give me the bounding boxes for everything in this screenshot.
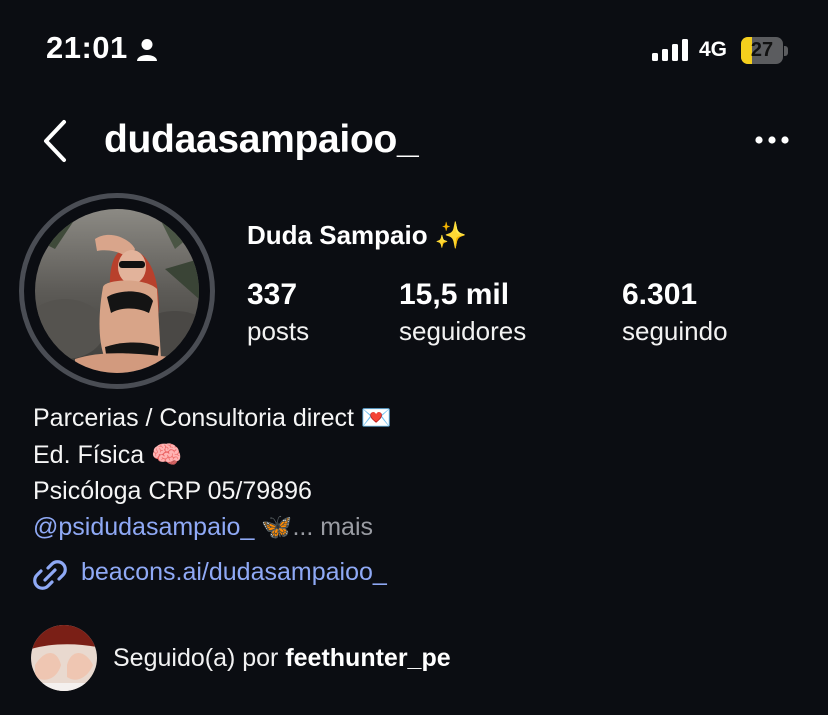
more-options-icon[interactable] xyxy=(750,126,796,154)
stat-following-value: 6.301 xyxy=(622,278,698,311)
bio-more-button[interactable]: ... mais xyxy=(292,513,373,541)
bio-line-3: Psicóloga CRP 05/79896 xyxy=(33,477,312,505)
stat-posts[interactable]: 337 posts xyxy=(247,278,309,347)
followed-by-prefix: Seguido(a) por xyxy=(113,644,286,672)
bio-line-2: Ed. Física 🧠 xyxy=(33,441,183,469)
battery-icon: 27 xyxy=(741,37,789,64)
signal-icon xyxy=(652,39,688,61)
bio-mention-link[interactable]: @psidudasampaio_ xyxy=(33,513,254,541)
person-icon xyxy=(137,39,157,61)
follower-avatar[interactable] xyxy=(31,625,97,691)
bio-mention-suffix: 🦋 xyxy=(254,513,293,541)
stat-followers-value: 15,5 mil xyxy=(399,278,510,311)
stat-followers-label: seguidores xyxy=(399,316,527,346)
followed-by-username: feethunter_pe xyxy=(285,644,451,672)
profile-display-name: Duda Sampaio ✨ xyxy=(247,220,468,250)
bio-line-1: Parcerias / Consultoria direct 💌 xyxy=(33,404,393,432)
status-time: 21:01 xyxy=(46,30,128,65)
back-button[interactable] xyxy=(36,116,76,166)
profile-avatar[interactable] xyxy=(19,193,215,389)
stat-followers[interactable]: 15,5 mil seguidores xyxy=(399,278,526,347)
stat-posts-label: posts xyxy=(247,316,310,346)
stat-following-label: seguindo xyxy=(622,316,728,346)
profile-username: dudaasampaioo_ xyxy=(104,118,419,161)
network-type: 4G xyxy=(699,38,728,61)
followed-by-text[interactable]: Seguido(a) por feethunter_pe xyxy=(113,644,451,673)
bio-line-4: @psidudasampaio_ 🦋... mais xyxy=(33,513,373,542)
avatar-photo xyxy=(35,209,199,373)
battery-level: 27 xyxy=(750,39,774,61)
link-icon xyxy=(33,560,67,590)
profile-external-link[interactable]: beacons.ai/dudasampaioo_ xyxy=(81,558,387,587)
stat-posts-value: 337 xyxy=(247,278,298,311)
stat-following[interactable]: 6.301 seguindo xyxy=(622,278,728,347)
